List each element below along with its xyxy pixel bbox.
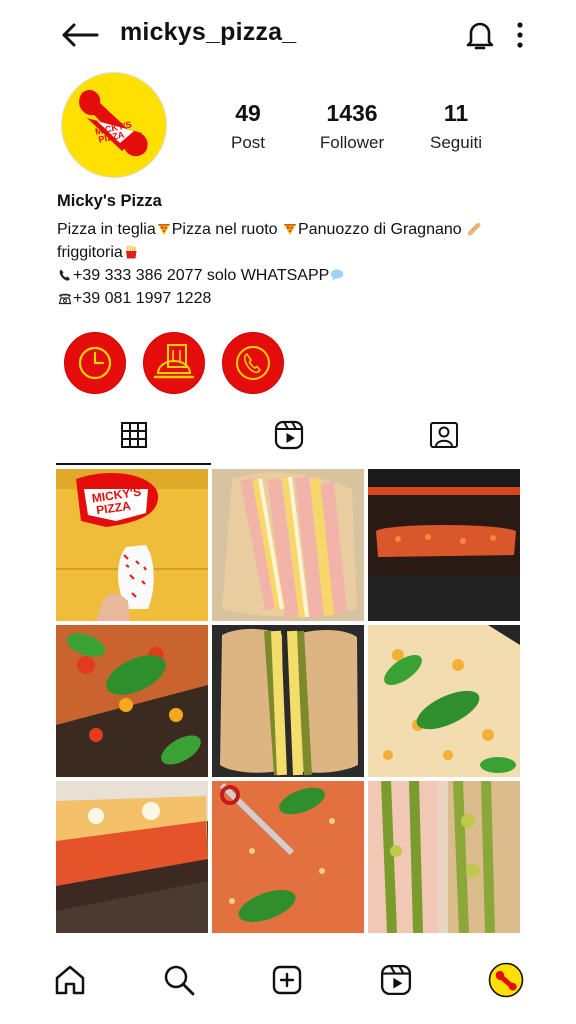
profile-display-name: Micky's Pizza: [57, 192, 162, 210]
post-image-panuozzo-zucchini: [368, 781, 520, 933]
nav-create-post[interactable]: [267, 960, 307, 1000]
bio-text-friggitoria: friggitoria: [57, 244, 123, 261]
post-image-panuozzo-pesto: [212, 625, 364, 777]
reels-icon: [274, 420, 303, 450]
back-arrow-icon[interactable]: [60, 20, 100, 50]
add-post-icon: [272, 965, 302, 995]
post-tile[interactable]: [368, 781, 520, 933]
reels-icon: [380, 964, 412, 996]
post-image-pizza-slice: [56, 781, 208, 933]
tab-posts-grid[interactable]: [56, 405, 211, 465]
bio-line-3[interactable]: +39 333 386 2077 solo WHATSAPP: [57, 264, 527, 287]
post-tile[interactable]: [212, 781, 364, 933]
post-tile[interactable]: [56, 781, 208, 933]
bio-line-1: Pizza in teglia Pizza nel ruoto Panuozzo …: [57, 218, 527, 241]
highlight-hours[interactable]: [64, 332, 126, 394]
home-icon: [55, 965, 85, 995]
highlight-contact[interactable]: [222, 332, 284, 394]
search-icon: [164, 965, 195, 996]
bio-line-2: friggitoria: [57, 241, 527, 264]
post-image-pizza-corn: [368, 625, 520, 777]
stat-followers-label: Follower: [319, 133, 385, 152]
post-tile[interactable]: [368, 625, 520, 777]
bio-whatsapp-number: +39 333 386 2077 solo WHATSAPP: [73, 267, 330, 284]
post-tile[interactable]: [368, 469, 520, 621]
nav-profile[interactable]: [486, 960, 526, 1000]
post-tile[interactable]: [212, 625, 364, 777]
bio-landline-number: +39 081 1997 1228: [73, 290, 212, 307]
notification-bell-icon[interactable]: [463, 18, 497, 52]
tab-tagged[interactable]: [366, 405, 521, 465]
stat-posts[interactable]: 49 Post: [193, 100, 303, 153]
pizza-emoji-icon: [157, 224, 170, 235]
post-image-oven: [368, 469, 520, 621]
phone-receiver-emoji-icon: [59, 269, 70, 281]
profile-avatar-icon: [488, 962, 524, 998]
grid-icon: [120, 422, 147, 448]
post-image-cutting-pizza: [212, 781, 364, 933]
post-tile[interactable]: MICKY'S PIZZA: [56, 469, 208, 621]
bio-line-4[interactable]: +39 081 1997 1228: [57, 287, 527, 310]
bio-text-pizza-ruoto: Pizza nel ruoto: [171, 221, 282, 238]
profile-avatar[interactable]: MICKY'S PIZZA: [61, 72, 167, 178]
tab-reels[interactable]: [211, 405, 366, 465]
post-tile[interactable]: [212, 469, 364, 621]
delivery-menu-icon: [153, 344, 195, 379]
bio-text-pizza-teglia: Pizza in teglia: [57, 221, 156, 238]
profile-bio: Micky's Pizza Pizza in teglia Pizza nel r…: [57, 190, 527, 310]
post-image-pizza-cone: MICKY'S PIZZA: [56, 469, 208, 621]
post-image-pizza-teglia: [56, 625, 208, 777]
stat-posts-value: 49: [235, 100, 261, 126]
stat-following-value: 11: [443, 100, 469, 126]
telephone-emoji-icon: [58, 293, 72, 305]
fries-emoji-icon: [125, 245, 137, 259]
nav-search[interactable]: [159, 960, 199, 1000]
highlight-menu-delivery[interactable]: [143, 332, 205, 394]
clock-icon: [78, 346, 112, 380]
more-options-icon[interactable]: [510, 20, 530, 50]
nav-reels[interactable]: [376, 960, 416, 1000]
profile-username: mickys_pizza_: [120, 18, 297, 46]
nav-home[interactable]: [50, 960, 90, 1000]
bottom-navigation: [0, 952, 576, 1008]
stat-posts-label: Post: [230, 133, 266, 152]
stat-followers-value: 1436: [326, 100, 378, 126]
stat-following-label: Seguiti: [430, 133, 482, 152]
stat-followers[interactable]: 1436 Follower: [297, 100, 407, 153]
pizza-emoji-icon: [284, 224, 296, 235]
mickys-pizza-logo-icon: MICKY'S PIZZA: [79, 90, 148, 157]
baguette-emoji-icon: [467, 222, 481, 236]
bio-text-panuozzo: Panuozzo di Gragnano: [298, 221, 467, 238]
profile-tabs: [56, 405, 520, 465]
tagged-icon: [429, 422, 458, 448]
post-tile[interactable]: [56, 625, 208, 777]
stat-following[interactable]: 11 Seguiti: [401, 100, 511, 153]
phone-icon: [236, 346, 270, 380]
post-image-panuozzo: [212, 469, 364, 621]
top-bar: mickys_pizza_: [0, 0, 576, 70]
speech-bubble-emoji-icon: [331, 269, 344, 281]
